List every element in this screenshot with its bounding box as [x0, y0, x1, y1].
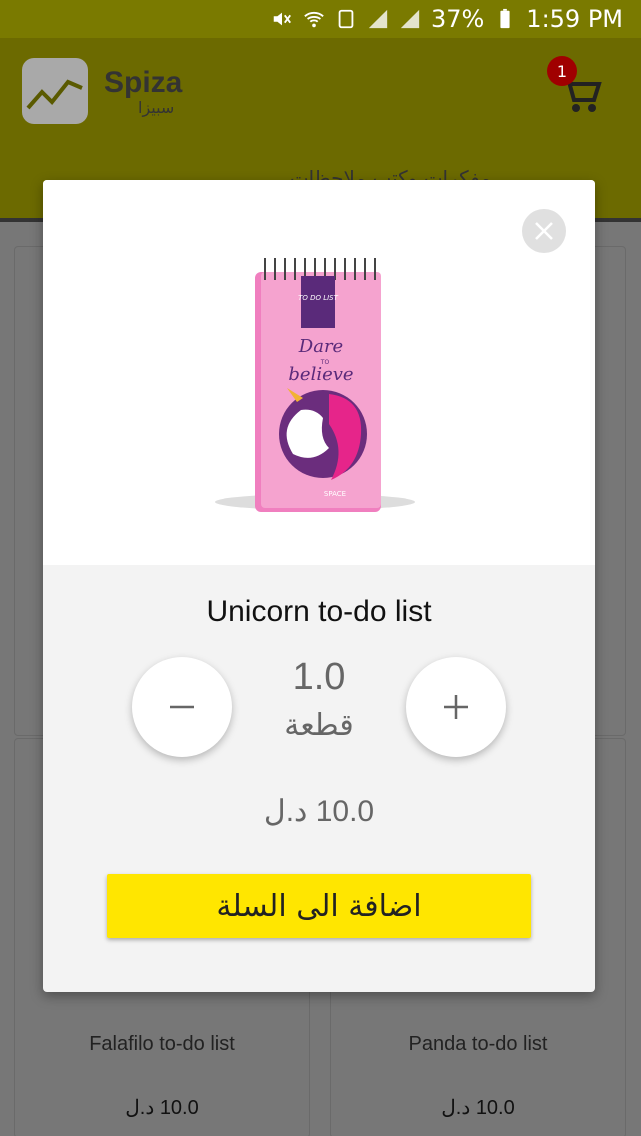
quantity-unit: قطعة — [284, 708, 354, 743]
product-image: TO DO LIST Dare TO believe SPACE — [215, 258, 415, 512]
add-to-cart-button[interactable]: اضافة الى السلة — [107, 874, 531, 938]
notebook-tagline-3: believe — [288, 364, 353, 385]
increase-quantity-button[interactable] — [406, 657, 506, 757]
product-dialog: TO DO LIST Dare TO believe SPACE Unicorn… — [43, 180, 595, 992]
plus-icon — [444, 695, 468, 719]
product-name: Falafilo to-do list — [89, 1033, 235, 1055]
product-title: Unicorn to-do list — [206, 595, 432, 628]
clock: 1:59 PM — [526, 5, 623, 33]
status-bar: 37% 1:59 PM — [0, 0, 641, 38]
signal-icon — [400, 9, 420, 29]
logo-subtext: سبيزا — [138, 98, 175, 117]
close-icon — [535, 222, 553, 240]
product-price: 10.0 د.ل — [441, 1097, 515, 1119]
battery-percent: 37% — [430, 5, 485, 33]
sim-icon — [338, 9, 354, 29]
mute-icon — [273, 12, 291, 26]
battery-icon — [500, 8, 510, 29]
wifi-icon — [304, 11, 324, 28]
product-name: Panda to-do list — [408, 1033, 548, 1055]
close-button[interactable] — [522, 209, 566, 253]
product-image-area: TO DO LIST Dare TO believe SPACE — [43, 180, 595, 565]
notebook-brand: SPACE — [324, 490, 346, 498]
quantity-value: 1.0 — [292, 656, 346, 698]
signal-icon — [368, 9, 388, 29]
product-price: 10.0 د.ل — [125, 1097, 199, 1119]
logo — [22, 58, 88, 124]
logo-text: Spiza — [104, 66, 183, 99]
product-price: 10.0 د.ل — [263, 795, 375, 828]
notebook-tagline-1: Dare — [298, 336, 343, 357]
cart-badge: 1 — [547, 56, 577, 86]
notebook-label: TO DO LIST — [298, 294, 339, 302]
logo-chart-icon — [26, 79, 83, 110]
